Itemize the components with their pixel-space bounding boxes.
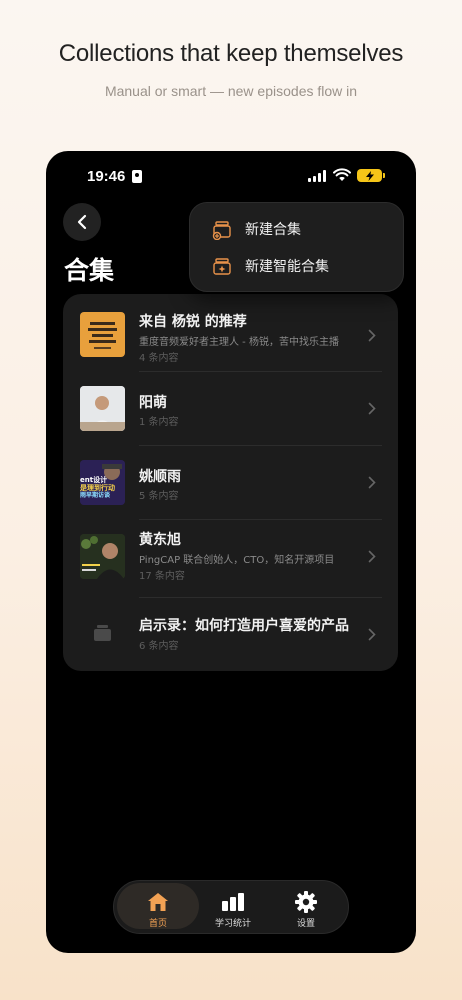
collection-list: 来自 杨锐 的推荐 重度音频爱好者主理人 - 杨锐，苦中找乐主播 4 条内容 阳… bbox=[63, 294, 398, 671]
home-icon bbox=[148, 893, 168, 911]
video-cover-thumbnail: ent设计 是理到行动 雨早期访谈 bbox=[80, 460, 125, 505]
thumb-text-line: 雨早期访谈 bbox=[80, 492, 111, 499]
gear-icon bbox=[295, 891, 317, 913]
menu-item-new-smart-collection[interactable]: 新建智能合集 bbox=[190, 248, 403, 284]
collection-title: 黄东旭 bbox=[139, 532, 181, 548]
new-smart-collection-icon bbox=[213, 258, 231, 275]
collection-count: 4 条内容 bbox=[139, 353, 179, 364]
tab-home[interactable]: 首页 bbox=[117, 883, 199, 929]
stats-icon bbox=[222, 893, 244, 911]
collection-row[interactable]: 黄东旭 PingCAP 联合创始人，CTO，知名开源项目 17 条内容 bbox=[63, 520, 398, 594]
collection-count: 17 条内容 bbox=[139, 571, 185, 582]
collection-title: 启示录：如何打造用户喜爱的产品 bbox=[139, 618, 349, 634]
charging-bolt-icon bbox=[365, 170, 374, 181]
collection-desc: 重度音频爱好者主理人 - 杨锐，苦中找乐主播 bbox=[139, 337, 339, 348]
tab-stats[interactable]: 学习统计 bbox=[195, 883, 271, 935]
collection-row[interactable]: 启示录：如何打造用户喜爱的产品 6 条内容 bbox=[63, 598, 398, 672]
menu-item-label: 新建合集 bbox=[245, 222, 301, 238]
collection-row[interactable]: 来自 杨锐 的推荐 重度音频爱好者主理人 - 杨锐，苦中找乐主播 4 条内容 bbox=[63, 299, 398, 373]
tab-settings[interactable]: 设置 bbox=[268, 883, 344, 935]
menu-item-label: 新建智能合集 bbox=[245, 259, 329, 275]
podcast-cover-thumbnail bbox=[80, 312, 125, 357]
person-outdoor-photo-thumbnail bbox=[80, 534, 125, 579]
wifi-icon bbox=[333, 168, 351, 181]
collection-row[interactable]: 阳萌 1 条内容 bbox=[63, 372, 398, 446]
collection-count: 5 条内容 bbox=[139, 491, 179, 502]
chevron-left-icon bbox=[77, 214, 87, 230]
new-collection-menu: 新建合集 新建智能合集 bbox=[189, 202, 404, 292]
collection-count: 6 条内容 bbox=[139, 641, 179, 652]
thumb-text-line: 是理到行动 bbox=[80, 484, 115, 492]
back-button[interactable] bbox=[63, 203, 101, 241]
collection-desc: PingCAP 联合创始人，CTO，知名开源项目 bbox=[139, 555, 335, 566]
folder-icon bbox=[94, 625, 111, 641]
battery-icon bbox=[357, 169, 385, 182]
collection-title: 姚顺雨 bbox=[139, 469, 181, 485]
person-photo-thumbnail bbox=[80, 386, 125, 431]
phone-screen: 19:46 合集 新建合集 新建智能合集 来自 杨锐 的推荐 重度音频爱好者主理… bbox=[46, 151, 416, 953]
collection-title: 来自 杨锐 的推荐 bbox=[139, 314, 247, 330]
tab-label: 首页 bbox=[148, 919, 167, 929]
new-collection-icon bbox=[212, 221, 231, 240]
thumb-text-line: ent设计 bbox=[80, 476, 108, 484]
menu-item-new-collection[interactable]: 新建合集 bbox=[190, 211, 403, 247]
chevron-right-icon bbox=[368, 402, 376, 415]
collection-row[interactable]: ent设计 是理到行动 雨早期访谈 姚顺雨 5 条内容 bbox=[63, 446, 398, 520]
status-time: 19:46 bbox=[87, 168, 126, 185]
collection-title: 阳萌 bbox=[139, 395, 167, 411]
chevron-right-icon bbox=[368, 476, 376, 489]
id-card-icon bbox=[132, 170, 142, 183]
chevron-right-icon bbox=[368, 550, 376, 563]
page-title: 合集 bbox=[64, 256, 115, 285]
tab-label: 设置 bbox=[296, 919, 315, 929]
tab-bar: 首页 学习统计 设置 bbox=[113, 880, 349, 934]
chevron-right-icon bbox=[368, 628, 376, 641]
marketing-subline: Manual or smart — new episodes flow in bbox=[104, 83, 358, 99]
marketing-headline: Collections that keep themselves bbox=[58, 40, 404, 67]
collection-count: 1 条内容 bbox=[139, 417, 179, 428]
tab-label: 学习统计 bbox=[214, 919, 251, 929]
signal-icon bbox=[308, 170, 326, 182]
chevron-right-icon bbox=[368, 329, 376, 342]
